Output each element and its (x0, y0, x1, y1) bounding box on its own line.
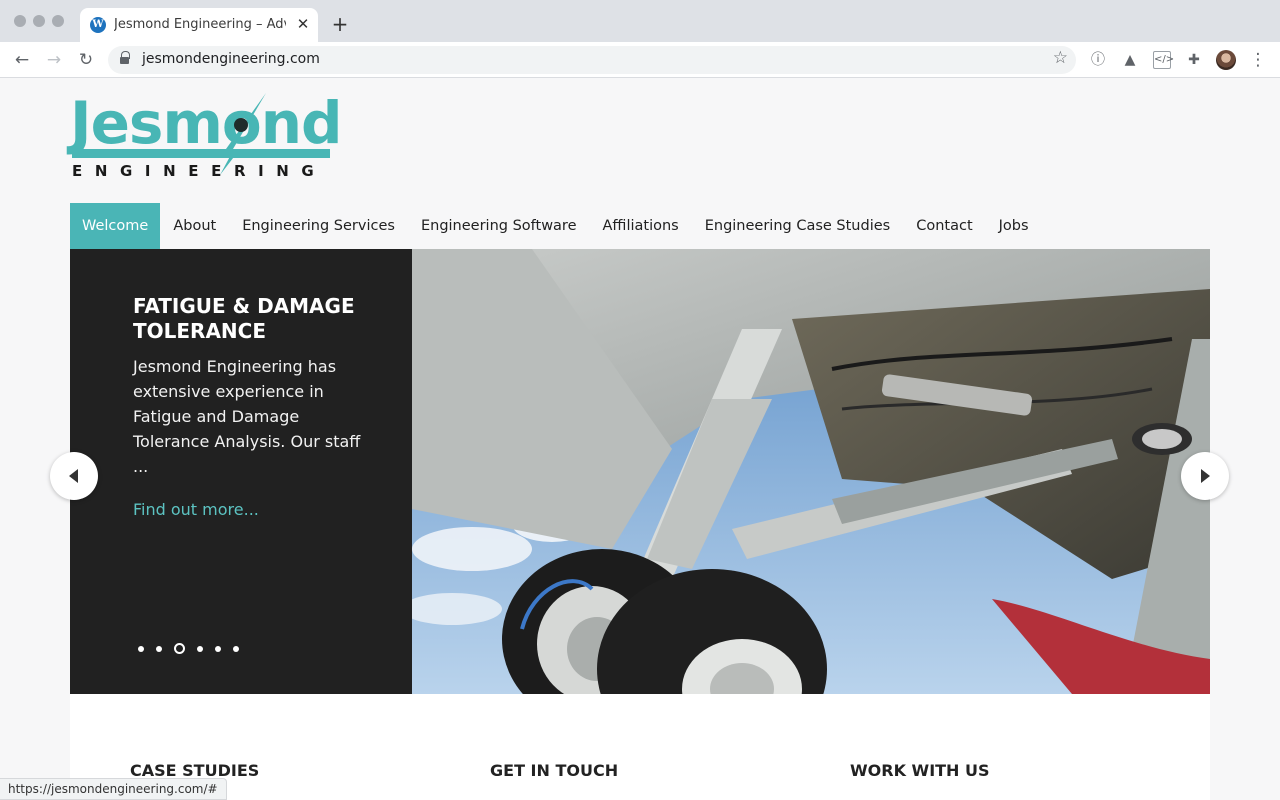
chevron-right-icon (1201, 469, 1210, 483)
slide-title: FATIGUE & DAMAGE TOLERANCE (133, 294, 355, 343)
bookmark-star-icon[interactable]: ☆ (1053, 48, 1068, 68)
nav-item-contact[interactable]: Contact (903, 203, 985, 249)
browser-tabstrip: W Jesmond Engineering – Advanced ✕ + (0, 0, 1280, 42)
browser-tab[interactable]: W Jesmond Engineering – Advanced ✕ (80, 8, 318, 42)
hero-slider: FATIGUE & DAMAGE TOLERANCE Jesmond Engin… (70, 249, 1210, 694)
work-with-us-heading: WORK WITH US (850, 761, 990, 780)
nav-item-engineering-services[interactable]: Engineering Services (229, 203, 408, 249)
profile-avatar[interactable] (1216, 50, 1236, 70)
reload-icon[interactable]: ↻ (74, 48, 98, 72)
nav-item-affiliations[interactable]: Affiliations (590, 203, 692, 249)
code-extension-icon[interactable]: </> (1153, 51, 1174, 69)
logo-subtitle: ENGINEERING (72, 162, 327, 180)
slider-dot[interactable] (197, 645, 203, 652)
new-tab-icon[interactable]: + (330, 12, 350, 36)
nav-item-welcome[interactable]: Welcome (70, 203, 161, 249)
page: Jesmond ENGINEERING Welcome About Engine… (0, 79, 1280, 800)
url-text[interactable]: jesmondengineering.com (142, 51, 320, 67)
address-bar[interactable]: jesmondengineering.com ☆ (108, 46, 1076, 74)
info-extension-icon[interactable]: ⓘ (1089, 51, 1107, 69)
slider-dot[interactable] (233, 645, 239, 652)
get-in-touch-heading: GET IN TOUCH (490, 761, 619, 780)
slider-dot[interactable] (138, 645, 144, 652)
close-window-button[interactable] (14, 15, 26, 27)
browser-toolbar: ← → ↻ jesmondengineering.com ☆ ⓘ ▲ </> ✚… (0, 42, 1280, 78)
slider-dots (138, 643, 251, 654)
slider-prev-button[interactable] (50, 452, 98, 500)
nav-item-jobs[interactable]: Jobs (986, 203, 1042, 249)
puzzle-extensions-icon[interactable]: ✚ (1185, 51, 1203, 69)
slide-image-landing-gear (412, 249, 1210, 694)
content-section: CASE STUDIES GET IN TOUCH WORK WITH US (70, 694, 1210, 800)
maximize-window-button[interactable] (52, 15, 64, 27)
link-status-bar: https://jesmondengineering.com/# (0, 778, 227, 800)
slide-text-panel: FATIGUE & DAMAGE TOLERANCE Jesmond Engin… (70, 249, 412, 694)
back-icon[interactable]: ← (10, 48, 34, 72)
slider-dot[interactable] (215, 645, 221, 652)
tab-title: Jesmond Engineering – Advanced (114, 17, 286, 32)
main-nav: Welcome About Engineering Services Engin… (70, 203, 1042, 249)
slider-dot[interactable] (156, 645, 162, 652)
nav-item-about[interactable]: About (160, 203, 229, 249)
forward-icon[interactable]: → (42, 48, 66, 72)
chevron-left-icon (69, 469, 78, 483)
wordpress-icon: W (90, 17, 106, 33)
lock-icon[interactable] (120, 51, 130, 66)
drive-extension-icon[interactable]: ▲ (1121, 51, 1139, 69)
nav-item-engineering-case-studies[interactable]: Engineering Case Studies (692, 203, 904, 249)
slider-next-button[interactable] (1181, 452, 1229, 500)
find-out-more-link[interactable]: Find out more... (133, 500, 259, 519)
slider-dot-active[interactable] (174, 643, 185, 654)
close-tab-icon[interactable]: ✕ (294, 14, 312, 34)
minimize-window-button[interactable] (33, 15, 45, 27)
site-logo[interactable]: Jesmond ENGINEERING (70, 89, 343, 180)
landing-gear-photo (412, 249, 1210, 694)
logo-bar (72, 149, 330, 158)
slide-body: Jesmond Engineering has extensive experi… (133, 357, 361, 476)
nav-item-engineering-software[interactable]: Engineering Software (408, 203, 590, 249)
menu-kebab-icon[interactable]: ⋮ (1246, 48, 1270, 72)
